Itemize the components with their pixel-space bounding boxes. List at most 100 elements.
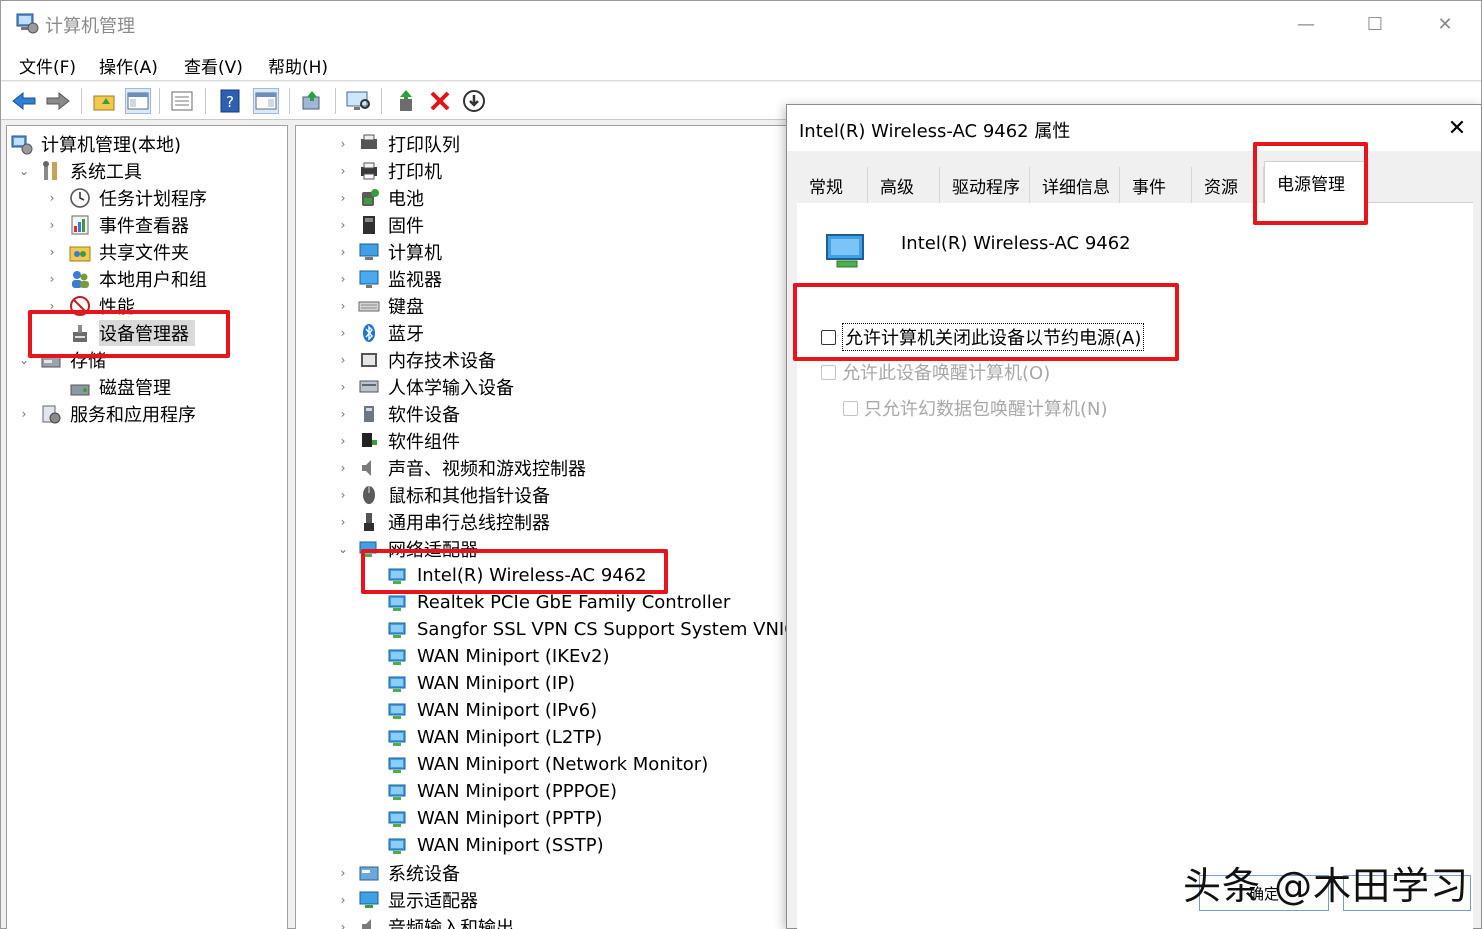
option-allow-power-off[interactable]: 允许计算机关闭此设备以节约电源(A) <box>821 323 1145 351</box>
chevron-right-icon[interactable]: › <box>336 299 350 313</box>
device-category[interactable]: 声音、视频和游戏控制器 <box>358 454 586 481</box>
maximize-button[interactable]: ☐ <box>1352 9 1398 39</box>
chevron-down-icon[interactable]: ⌄ <box>336 542 350 556</box>
chevron-right-icon[interactable]: › <box>45 245 59 259</box>
update-driver-button[interactable] <box>299 88 325 114</box>
menu-file[interactable]: 文件(F) <box>19 53 76 78</box>
enable-device-button[interactable] <box>393 88 419 114</box>
tree-system-tools[interactable]: 系统工具 <box>40 157 142 184</box>
chevron-right-icon[interactable]: › <box>336 272 350 286</box>
category-network-adapters[interactable]: 网络适配器 <box>358 535 478 562</box>
chevron-right-icon[interactable]: › <box>336 461 350 475</box>
network-adapter-item[interactable]: WAN Miniport (IPv6) <box>387 697 597 724</box>
device-category[interactable]: 人体学输入设备 <box>358 373 514 400</box>
network-adapter-item[interactable]: WAN Miniport (L2TP) <box>387 724 602 751</box>
checkbox-magic-packet <box>843 400 858 416</box>
tree-storage[interactable]: 存储 <box>40 346 106 373</box>
network-adapter-item[interactable]: WAN Miniport (IP) <box>387 670 575 697</box>
device-category[interactable]: 监视器 <box>358 265 442 292</box>
chevron-right-icon[interactable]: › <box>336 893 350 907</box>
folder-up-icon <box>93 95 115 111</box>
tree-device-manager[interactable]: 设备管理器 <box>69 319 195 346</box>
tree-performance[interactable]: 性能 <box>69 292 135 319</box>
chevron-right-icon[interactable]: › <box>336 515 350 529</box>
tree-task-scheduler[interactable]: 任务计划程序 <box>69 184 207 211</box>
network-adapter-item[interactable]: WAN Miniport (PPPOE) <box>387 778 617 805</box>
tree-shared-folders[interactable]: 共享文件夹 <box>69 238 189 265</box>
device-category[interactable]: 系统设备 <box>358 859 460 886</box>
forward-button[interactable] <box>45 88 71 114</box>
tab-events[interactable]: 事件 <box>1120 167 1192 203</box>
device-category[interactable]: 打印队列 <box>358 130 460 157</box>
menu-action[interactable]: 操作(A) <box>99 53 158 78</box>
device-category[interactable]: 固件 <box>358 211 424 238</box>
minimize-button[interactable]: — <box>1283 9 1329 39</box>
chevron-down-icon[interactable]: ⌄ <box>17 164 31 178</box>
tree-local-users[interactable]: 本地用户和组 <box>69 265 207 292</box>
chevron-right-icon[interactable]: › <box>336 245 350 259</box>
network-adapter-item[interactable]: Sangfor SSL VPN CS Support System VNIC <box>387 616 794 643</box>
uninstall-device-button[interactable] <box>427 88 453 114</box>
dialog-close-button[interactable]: ✕ <box>1439 113 1475 143</box>
close-button[interactable]: ✕ <box>1422 9 1468 39</box>
device-category[interactable]: 蓝牙 <box>358 319 424 346</box>
network-adapter-item[interactable]: Intel(R) Wireless-AC 9462 <box>387 562 647 589</box>
tree-event-viewer[interactable]: 事件查看器 <box>69 211 189 238</box>
chevron-right-icon[interactable]: › <box>336 407 350 421</box>
tab-general[interactable]: 常规 <box>797 167 868 203</box>
action-pane-button[interactable] <box>253 88 279 114</box>
device-category[interactable]: 键盘 <box>358 292 424 319</box>
properties-list-button[interactable] <box>169 88 195 114</box>
device-category[interactable]: 电池 <box>358 184 424 211</box>
up-folder-button[interactable] <box>91 88 117 114</box>
help-button[interactable]: ? <box>217 88 243 114</box>
checkbox-allow-power-off[interactable] <box>821 329 836 345</box>
device-category[interactable]: 计算机 <box>358 238 442 265</box>
disable-device-button[interactable] <box>461 88 487 114</box>
device-category[interactable]: 音频输入和输出 <box>358 913 514 929</box>
chevron-right-icon[interactable]: › <box>336 488 350 502</box>
chevron-right-icon[interactable]: › <box>336 137 350 151</box>
device-category[interactable]: 显示适配器 <box>358 886 478 913</box>
chevron-right-icon[interactable]: › <box>336 191 350 205</box>
tree-services-apps[interactable]: 服务和应用程序 <box>40 400 196 427</box>
chevron-right-icon[interactable]: › <box>17 407 31 421</box>
chevron-right-icon[interactable]: › <box>45 218 59 232</box>
tab-power-management[interactable]: 电源管理 <box>1264 161 1368 203</box>
chevron-right-icon[interactable]: › <box>336 218 350 232</box>
network-adapter-item[interactable]: WAN Miniport (IKEv2) <box>387 643 610 670</box>
device-category[interactable]: 鼠标和其他指针设备 <box>358 481 550 508</box>
device-category[interactable]: 软件设备 <box>358 400 460 427</box>
chevron-right-icon[interactable]: › <box>336 380 350 394</box>
tree-disk-management[interactable]: 磁盘管理 <box>69 373 171 400</box>
chevron-right-icon[interactable]: › <box>336 434 350 448</box>
network-adapter-item[interactable]: WAN Miniport (SSTP) <box>387 832 604 859</box>
chevron-right-icon[interactable]: › <box>336 866 350 880</box>
show-hide-tree-button[interactable] <box>125 88 151 114</box>
scan-hardware-button[interactable] <box>345 88 371 114</box>
device-category[interactable]: 通用串行总线控制器 <box>358 508 550 535</box>
chevron-right-icon[interactable]: › <box>336 164 350 178</box>
tab-details[interactable]: 详细信息 <box>1030 167 1120 203</box>
back-button[interactable] <box>11 88 37 114</box>
network-adapter-item[interactable]: Realtek PCIe GbE Family Controller <box>387 589 730 616</box>
network-adapter-icon <box>388 784 406 800</box>
tab-advanced[interactable]: 高级 <box>868 167 940 203</box>
chevron-right-icon[interactable]: › <box>336 353 350 367</box>
chevron-down-icon[interactable]: ⌄ <box>17 353 31 367</box>
device-category[interactable]: 内存技术设备 <box>358 346 496 373</box>
device-category[interactable]: 软件组件 <box>358 427 460 454</box>
tree-root[interactable]: 计算机管理(本地) <box>11 130 181 157</box>
menu-help[interactable]: 帮助(H) <box>268 53 328 78</box>
chevron-right-icon[interactable]: › <box>336 326 350 340</box>
menu-view[interactable]: 查看(V) <box>184 53 243 78</box>
tab-driver[interactable]: 驱动程序 <box>940 167 1030 203</box>
chevron-right-icon[interactable]: › <box>45 191 59 205</box>
chevron-right-icon[interactable]: › <box>336 920 350 929</box>
chevron-right-icon[interactable]: › <box>45 272 59 286</box>
device-category[interactable]: 打印机 <box>358 157 442 184</box>
chevron-right-icon[interactable]: › <box>45 299 59 313</box>
network-adapter-item[interactable]: WAN Miniport (Network Monitor) <box>387 751 708 778</box>
tab-resources[interactable]: 资源 <box>1192 167 1264 203</box>
network-adapter-item[interactable]: WAN Miniport (PPTP) <box>387 805 602 832</box>
